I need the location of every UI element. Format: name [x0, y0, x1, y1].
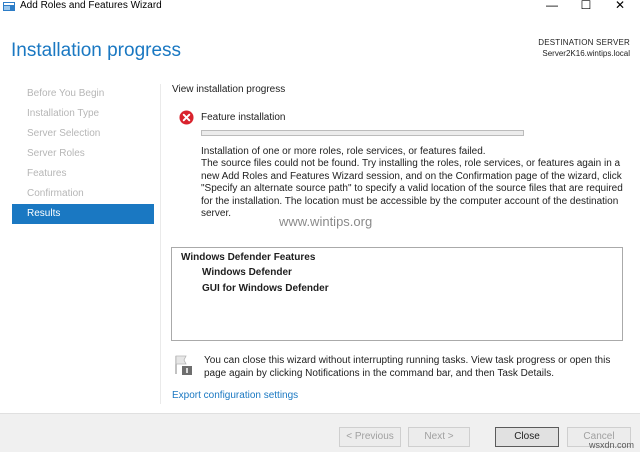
results-list: Windows Defender Features Windows Defend…	[171, 247, 623, 341]
destination-server-label: DESTINATION SERVER	[538, 38, 630, 47]
nav-item-server-selection: Server Selection	[27, 128, 101, 139]
error-message: Installation of one or more roles, role …	[201, 146, 623, 220]
result-item-gui-for-windows-defender: GUI for Windows Defender	[202, 283, 329, 294]
next-button[interactable]: Next >	[408, 427, 470, 447]
result-item-windows-defender-features: Windows Defender Features	[181, 252, 316, 263]
info-message: You can close this wizard without interr…	[204, 355, 611, 379]
watermark: www.wintips.org	[279, 214, 373, 229]
error-message-summary: Installation of one or more roles, role …	[201, 146, 486, 157]
section-heading: View installation progress	[172, 84, 286, 95]
feature-installation-label: Feature installation	[201, 112, 286, 123]
error-icon	[179, 110, 194, 125]
nav-item-installation-type: Installation Type	[27, 108, 100, 119]
window-title: Add Roles and Features Wizard	[20, 0, 162, 11]
destination-server-value: Server2K16.wintips.local	[542, 49, 630, 58]
export-configuration-link[interactable]: Export configuration settings	[172, 390, 298, 401]
nav-item-server-roles: Server Roles	[27, 148, 85, 159]
page-title: Installation progress	[11, 40, 182, 61]
nav-item-results[interactable]: Results	[12, 204, 154, 224]
server-manager-icon	[3, 2, 15, 11]
close-window-button[interactable]: ✕	[600, 0, 640, 14]
nav-item-features: Features	[27, 168, 67, 179]
installation-progress-bar	[201, 130, 524, 136]
error-message-detail: The source files could not be found. Try…	[201, 158, 623, 220]
previous-button[interactable]: < Previous	[339, 427, 401, 447]
title-bar: Add Roles and Features Wizard — ☐ ✕	[0, 0, 640, 14]
nav-item-confirmation: Confirmation	[27, 188, 84, 199]
site-watermark: wsxdn.com	[588, 440, 634, 450]
notification-flag-icon	[175, 355, 192, 375]
nav-divider	[160, 84, 161, 404]
wizard-steps-nav: Before You Begin Installation Type Serve…	[12, 84, 154, 224]
nav-item-before-you-begin: Before You Begin	[27, 88, 105, 99]
wizard-footer: < Previous Next > Close Cancel wsxdn.com	[0, 413, 640, 452]
close-button[interactable]: Close	[495, 427, 559, 447]
result-item-windows-defender: Windows Defender	[202, 267, 292, 278]
